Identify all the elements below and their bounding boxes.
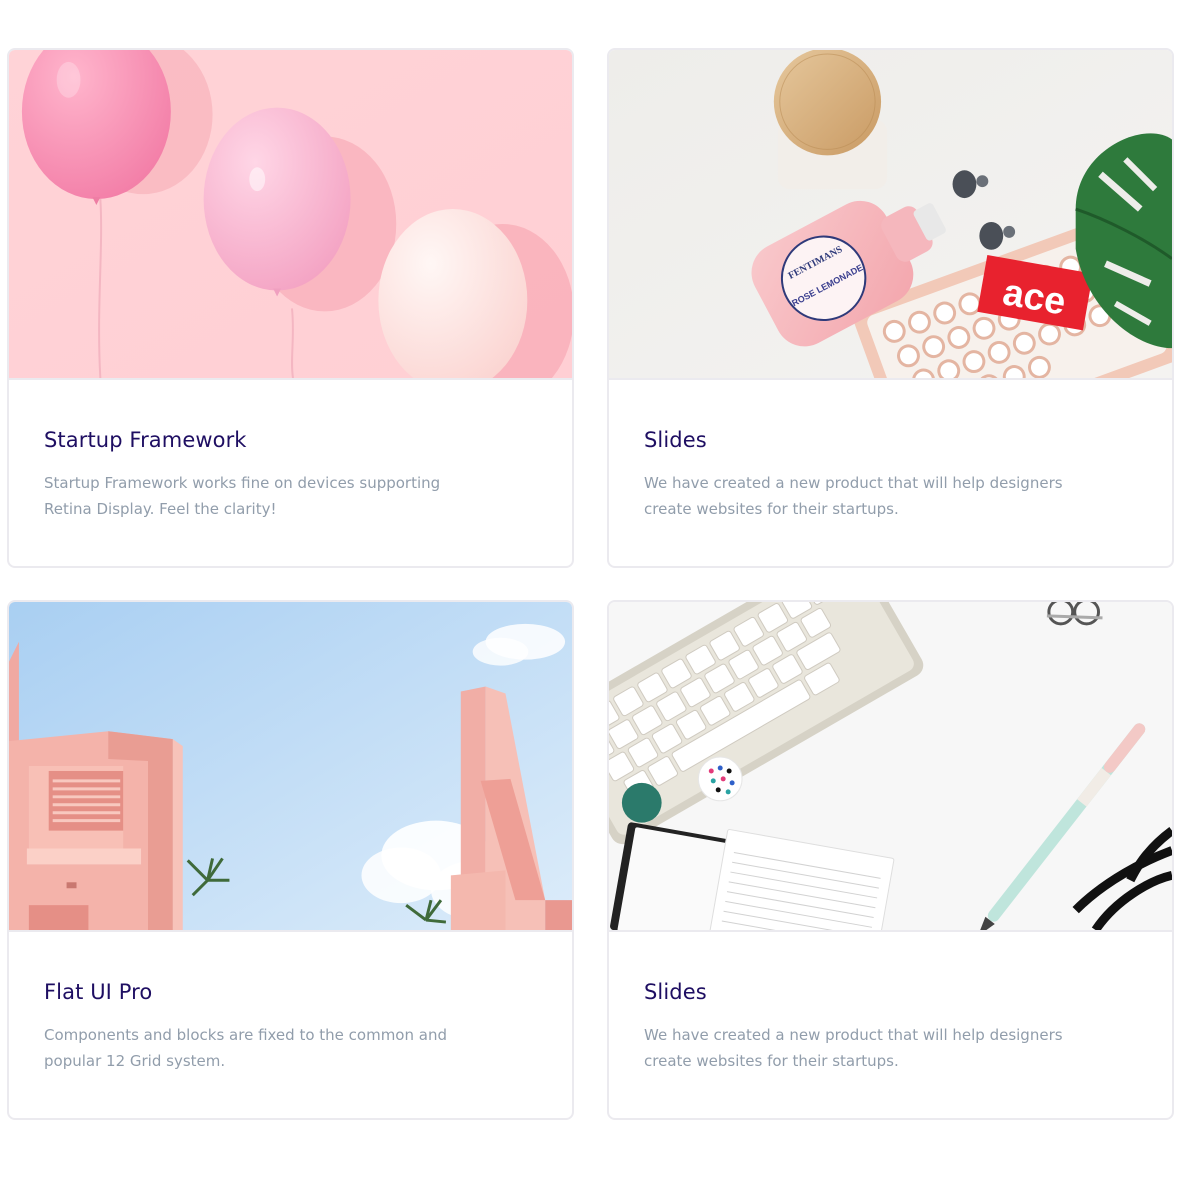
card-title[interactable]: Slides	[644, 428, 707, 452]
card-image-desk-flatlay[interactable]: FENTIMANS ROSE LEMONADE ace	[609, 50, 1172, 380]
card-grid: Startup Framework Startup Framework work…	[0, 0, 1181, 1181]
card-title[interactable]: Slides	[644, 980, 707, 1004]
card-startup-framework[interactable]: Startup Framework Startup Framework work…	[7, 48, 574, 568]
card-title[interactable]: Startup Framework	[44, 428, 247, 452]
card-image-white-desk[interactable]	[609, 602, 1172, 932]
card-description: Startup Framework works fine on devices …	[44, 474, 441, 518]
card-title[interactable]: Flat UI Pro	[44, 980, 152, 1004]
card-description: We have created a new product that will …	[644, 1026, 1063, 1070]
card-image-pink-buildings[interactable]	[9, 602, 572, 932]
card-image-balloons[interactable]	[9, 50, 572, 380]
card-flat-ui-pro[interactable]: Flat UI Pro Components and blocks are fi…	[7, 600, 574, 1120]
card-description: We have created a new product that will …	[644, 474, 1063, 518]
card-slides-1[interactable]: FENTIMANS ROSE LEMONADE ace Slides We ha…	[607, 48, 1174, 568]
card-slides-2[interactable]: Slides We have created a new product tha…	[607, 600, 1174, 1120]
card-description: Components and blocks are fixed to the c…	[44, 1026, 447, 1070]
